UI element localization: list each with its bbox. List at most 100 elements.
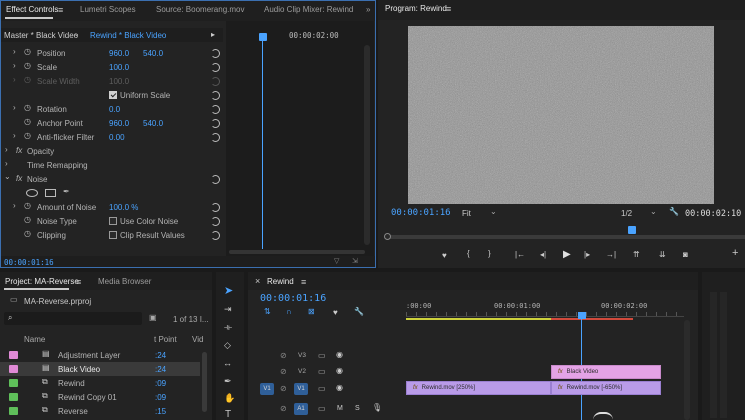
sequence-clip-label[interactable]: Rewind * Black Video (90, 31, 166, 40)
list-item[interactable]: ⧉ Reverse :15 (0, 404, 200, 418)
stopwatch-icon[interactable]: ◷ (24, 131, 31, 140)
tab-source-boomerang[interactable]: Source: Boomerang.mov (156, 5, 245, 14)
sync-lock-icon[interactable]: ▭ (318, 351, 326, 360)
pen-tool-icon[interactable]: ✒ (224, 377, 232, 386)
clip-rewind-250[interactable]: fx Rewind.mov [250%] (406, 381, 551, 395)
reset-icon[interactable] (211, 231, 220, 240)
wrench-icon[interactable]: 🔧 (354, 307, 364, 316)
collapse-arrow-icon[interactable]: ⌄ (4, 172, 11, 181)
panel-menu-icon[interactable]: ≡ (301, 278, 306, 287)
razor-tool-icon[interactable]: ◇ (224, 341, 231, 350)
track-lock-icon[interactable]: ⊘ (280, 384, 287, 393)
export-frame-icon[interactable]: ◙ (683, 250, 688, 259)
item-name[interactable]: Rewind Copy 01 (58, 393, 117, 402)
expand-arrow-icon[interactable]: › (13, 61, 16, 70)
rectangle-mask-icon[interactable] (45, 189, 56, 197)
column-in-point[interactable]: t Point (154, 335, 177, 344)
selection-tool-icon[interactable]: ➤ (224, 286, 233, 297)
stopwatch-icon[interactable]: ◷ (24, 103, 31, 112)
add-button-icon[interactable]: + (732, 247, 738, 259)
sync-lock-icon[interactable]: ▭ (318, 367, 326, 376)
panel-menu-icon[interactable]: ≡ (446, 5, 451, 14)
reset-icon[interactable] (211, 133, 220, 142)
timeline-timecode[interactable]: 00:00:01:16 (260, 293, 326, 304)
reset-icon[interactable] (211, 175, 220, 184)
label-color-swatch[interactable] (9, 365, 18, 373)
track-lock-icon[interactable]: ⊘ (280, 367, 287, 376)
resolution-dropdown[interactable]: 1/2 (621, 209, 632, 218)
snap-icon[interactable]: ∩ (286, 307, 292, 316)
anti-flicker-value[interactable]: 0.00 (109, 133, 125, 142)
stopwatch-icon[interactable]: ◷ (24, 229, 31, 238)
uniform-scale-checkbox[interactable] (109, 91, 117, 99)
tab-lumetri-scopes[interactable]: Lumetri Scopes (80, 5, 136, 14)
play-icon[interactable]: ▶ (563, 249, 571, 260)
slip-tool-icon[interactable]: ↔ (223, 359, 232, 368)
go-to-in-icon[interactable]: |← (515, 250, 525, 259)
label-color-swatch[interactable] (9, 379, 18, 387)
pen-mask-icon[interactable]: ✒ (63, 187, 70, 196)
position-y-value[interactable]: 540.0 (143, 49, 163, 58)
master-clip-label[interactable]: Master * Black Video (4, 31, 78, 40)
amount-of-noise-value[interactable]: 100.0 % (109, 203, 138, 212)
linked-selection-icon[interactable]: ⊠ (308, 307, 315, 316)
source-v1-patch[interactable]: V1 (260, 383, 274, 395)
program-video-frame[interactable] (408, 26, 714, 204)
tab-rewind-sequence[interactable]: Rewind (267, 277, 294, 286)
clip-rewind-neg650[interactable]: fx Rewind.mov [-650%] (551, 381, 661, 395)
step-back-icon[interactable]: ◂| (540, 250, 546, 259)
mark-in-icon[interactable]: { (467, 249, 470, 258)
mark-out-icon[interactable]: } (488, 249, 491, 258)
chevron-down-icon[interactable]: ⌄ (650, 207, 657, 216)
insert-sequence-icon[interactable]: ⇅ (264, 307, 271, 316)
expand-arrow-icon[interactable]: › (13, 201, 16, 210)
eye-icon[interactable]: ◉ (336, 366, 343, 375)
stopwatch-icon[interactable]: ◷ (24, 215, 31, 224)
timeline-v-scrollbar[interactable] (684, 320, 690, 420)
step-forward-icon[interactable]: |▸ (584, 250, 590, 259)
item-name[interactable]: Reverse (58, 407, 88, 416)
play-only-icon[interactable]: ▸ (211, 30, 215, 39)
label-color-swatch[interactable] (9, 351, 18, 359)
expand-arrow-icon[interactable]: › (13, 131, 16, 140)
expand-arrow-icon[interactable]: › (13, 47, 16, 56)
reset-icon[interactable] (211, 203, 220, 212)
eye-icon[interactable]: ◉ (336, 350, 343, 359)
reset-icon[interactable] (211, 63, 220, 72)
panel-menu-icon[interactable]: ≡ (76, 278, 81, 287)
tab-media-browser[interactable]: Media Browser (98, 277, 151, 286)
chevron-down-icon[interactable]: ⌄ (490, 207, 497, 216)
item-name[interactable]: Adjustment Layer (58, 351, 120, 360)
chevron-down-icon[interactable]: ⌄ (73, 29, 80, 38)
track-lock-icon[interactable]: ⊘ (280, 404, 287, 413)
project-search-input[interactable]: ⌕ (4, 312, 142, 325)
rotation-value[interactable]: 0.0 (109, 105, 120, 114)
tab-program-rewind[interactable]: Program: Rewind (385, 4, 447, 13)
tab-audio-clip-mixer[interactable]: Audio Clip Mixer: Rewind (264, 5, 353, 14)
stopwatch-icon[interactable]: ◷ (24, 201, 31, 210)
program-playhead[interactable] (628, 226, 636, 234)
fit-dropdown[interactable]: Fit (462, 209, 471, 218)
ec-playhead-marker[interactable] (259, 33, 267, 41)
ripple-edit-tool-icon[interactable]: ⟛ (224, 323, 232, 332)
track-a1-target[interactable]: A1 (294, 403, 308, 415)
clip-black-video[interactable]: fx Black Video (551, 365, 661, 379)
wrench-icon[interactable]: 🔧 (669, 207, 679, 216)
hand-tool-icon[interactable]: ✋ (224, 394, 235, 403)
stopwatch-icon[interactable]: ◷ (24, 61, 31, 70)
ruler-ticks[interactable] (406, 312, 684, 317)
scale-value[interactable]: 100.0 (109, 63, 129, 72)
program-scrub-bar[interactable] (388, 235, 745, 239)
add-marker-icon[interactable]: ♥ (442, 251, 447, 260)
program-timecode[interactable]: 00:00:01:16 (391, 208, 451, 218)
sync-lock-icon[interactable]: ▭ (318, 384, 326, 393)
sync-lock-icon[interactable]: ▭ (318, 404, 326, 413)
filter-icon[interactable]: ▽ (334, 257, 339, 265)
track-v1-target[interactable]: V1 (294, 383, 308, 395)
new-bin-icon[interactable]: ▣ (149, 313, 157, 322)
ec-h-scrollbar[interactable] (229, 250, 365, 254)
microphone-icon[interactable]: 🎙 (372, 403, 382, 412)
list-item-selected[interactable]: ▤ Black Video :24 (0, 362, 200, 376)
expand-arrow-icon[interactable]: › (13, 103, 16, 112)
mute-button[interactable]: M (337, 405, 343, 412)
